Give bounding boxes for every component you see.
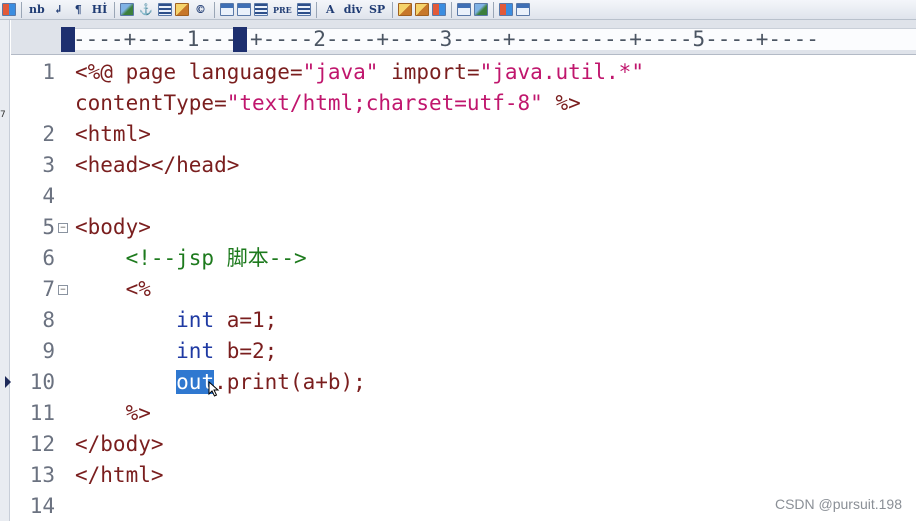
toolbar-separator	[451, 1, 453, 18]
code-token: %>	[75, 401, 151, 425]
code-token: b=2;	[214, 339, 278, 363]
line-number: 12	[29, 432, 55, 456]
toolbar-separator	[114, 1, 116, 18]
brush-icon[interactable]	[415, 3, 430, 16]
watermark: CSDN @pursuit.198	[774, 496, 902, 512]
ruler-margin-marker[interactable]	[61, 27, 75, 52]
code-token: .print(a+b);	[214, 370, 366, 394]
code-token: %>	[542, 91, 581, 115]
windows-icon[interactable]	[499, 3, 514, 16]
toolbar-separator	[21, 1, 22, 18]
code-line[interactable]: <!--jsp 脚本-->	[75, 243, 307, 274]
code-token: int	[176, 339, 215, 363]
heading-button[interactable]: Hİ	[90, 1, 110, 18]
preview-icon[interactable]	[474, 3, 489, 16]
palette-icon[interactable]	[432, 3, 447, 16]
line-number: 8	[42, 308, 55, 332]
code-line[interactable]: %>	[75, 398, 151, 429]
line-number: 2	[42, 122, 55, 146]
div-button[interactable]: div	[342, 1, 364, 18]
code-line[interactable]: <head></head>	[75, 150, 239, 181]
code-line[interactable]: <html>	[75, 119, 151, 150]
code-line[interactable]: </body>	[75, 429, 164, 460]
code-token: </body>	[75, 432, 164, 456]
code-line[interactable]: <%	[75, 274, 151, 305]
code-line[interactable]: <%@ page language="java" import="java.ut…	[75, 57, 644, 88]
line-number: 3	[42, 153, 55, 177]
code-token: <!--jsp 脚本-->	[75, 246, 307, 270]
table-icon[interactable]	[219, 3, 234, 16]
window-icon[interactable]	[457, 3, 472, 16]
list-icon[interactable]	[296, 3, 311, 16]
line-number: 14	[29, 494, 55, 518]
left-strip-mark: 7	[0, 110, 6, 120]
copyright-icon[interactable]: ©	[192, 1, 209, 18]
code-line[interactable]: </html>	[75, 460, 164, 491]
code-editor[interactable]: 1 2 3 4 5−6 7−8 9 10 11 12 13 14 <%@ page language=…	[5, 56, 916, 521]
anchor-icon[interactable]: ⚓	[137, 1, 155, 18]
current-line-arrow-icon	[5, 376, 11, 388]
code-line[interactable]: contentType="text/html;charset=utf-8" %>	[75, 88, 581, 119]
code-token: language=	[188, 60, 303, 84]
toolbar-separator	[392, 1, 394, 18]
code-line[interactable]: int b=2;	[75, 336, 277, 367]
mouse-pointer-icon	[208, 381, 220, 397]
code-token: </html>	[75, 463, 164, 487]
code-token: a=1;	[214, 308, 278, 332]
code-token: contentType=	[75, 91, 227, 115]
line-number: 1	[42, 60, 55, 84]
fold-toggle-icon[interactable]: −	[58, 285, 68, 295]
nbsp-button[interactable]: nb	[27, 1, 47, 18]
toolbar: nb ↲ ¶ Hİ ⚓ © PRE A div SP	[0, 0, 916, 20]
code-token: <head></head>	[75, 153, 240, 177]
line-number: 9	[42, 339, 55, 363]
line-number: 13	[29, 463, 55, 487]
ruler-indent-marker[interactable]	[233, 27, 247, 52]
font-icon[interactable]: A	[322, 1, 339, 18]
grid-icon[interactable]	[2, 3, 16, 16]
code-token: "java.util.*"	[479, 60, 644, 84]
code-token: "text/html;charset=utf-8"	[226, 91, 543, 115]
fold-toggle-icon[interactable]: −	[58, 223, 68, 233]
pre-button[interactable]: PRE	[271, 1, 294, 18]
line-number: 11	[29, 401, 55, 425]
ruler-scale: ----+----1----+----2----+----3----+-----…	[73, 27, 819, 51]
form-icon[interactable]	[236, 3, 251, 16]
line-number: 7	[42, 277, 55, 301]
toolbar-separator	[213, 1, 215, 18]
code-line[interactable]: <body>	[75, 212, 151, 243]
toolbar-separator	[315, 1, 317, 18]
image-icon[interactable]	[120, 3, 135, 16]
paragraph-button[interactable]: ¶	[70, 1, 87, 18]
line-break-icon[interactable]: ↲	[50, 1, 67, 18]
line-number-gutter: 1 2 3 4 5−6 7−8 9 10 11 12 13 14	[5, 56, 68, 521]
code-token: int	[176, 308, 215, 332]
code-token: "java"	[302, 60, 379, 84]
toolbar-separator	[493, 1, 495, 18]
line-number: 4	[42, 184, 55, 208]
line-number	[11, 88, 63, 119]
code-line[interactable]: int a=1;	[75, 305, 277, 336]
edit-icon[interactable]	[174, 3, 189, 16]
pencil-icon[interactable]	[398, 3, 413, 16]
horizontal-rule-icon[interactable]	[157, 3, 172, 16]
line-number: 10	[29, 370, 55, 394]
align-icon[interactable]	[253, 3, 268, 16]
column-ruler: ----+----1----+----2----+----3----+-----…	[11, 20, 916, 55]
code-token: import=	[378, 60, 480, 84]
code-token: <body>	[75, 215, 151, 239]
panel-icon[interactable]	[516, 3, 531, 16]
code-line[interactable]: out.print(a+b);	[75, 367, 366, 398]
line-number: 5	[42, 215, 55, 239]
code-token: <html>	[75, 122, 151, 146]
code-token: <%	[75, 277, 151, 301]
left-panel-strip: 7	[0, 20, 10, 521]
code-token: <%@ page	[75, 60, 189, 84]
line-number: 6	[42, 246, 55, 270]
span-button[interactable]: SP	[367, 1, 387, 18]
